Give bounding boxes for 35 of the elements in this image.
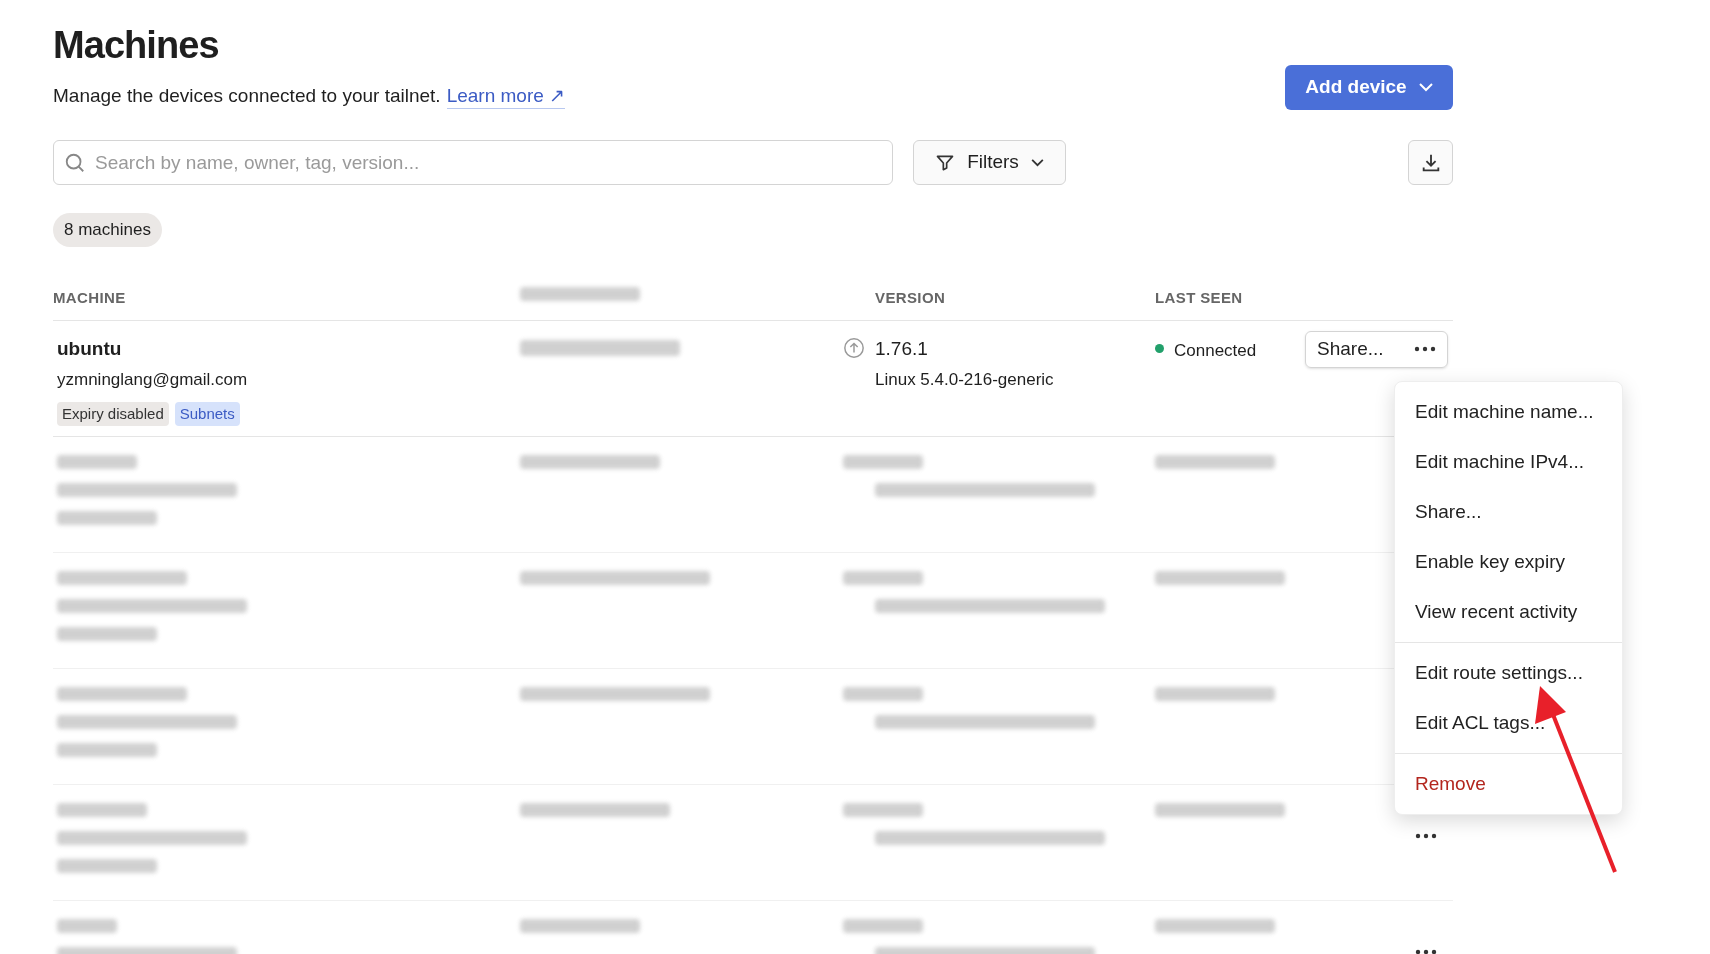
redacted-text [57,918,117,933]
machine-tag: Subnets [174,401,240,426]
chevron-down-icon [1030,158,1044,167]
menu-item[interactable]: Edit machine IPv4... [1395,437,1622,487]
search-field[interactable]: Search by name, owner, tag, version... [53,140,893,185]
version-text: 1.76.1 [875,336,929,361]
column-header: MACHINE [53,288,126,306]
share-button[interactable]: Share... [1317,334,1384,364]
page-description: Manage the devices connected to your tailnet. [53,84,441,108]
more-icon [1415,948,1437,954]
menu-item[interactable]: View recent activity [1395,587,1622,637]
share-button-group[interactable]: Share... [1305,330,1448,368]
learn-more-link[interactable]: Learn more ↗ [446,84,566,109]
download-button[interactable] [1408,140,1453,185]
more-icon [1415,832,1437,839]
machine-tag: Expiry disabled [57,401,169,426]
os-text: Linux 5.4.0-216-generic [875,369,1054,391]
machine-owner: yzmninglang@gmail.com [57,369,249,391]
menu-item[interactable]: Edit machine name... [1395,387,1622,437]
menu-item[interactable]: Edit route settings... [1395,648,1622,698]
column-header: LAST SEEN [1155,288,1243,306]
add-device-button[interactable]: Add device [1285,65,1453,110]
page-title: Machines [53,23,220,68]
menu-item[interactable]: Remove [1395,759,1622,809]
machine-count-badge: 8 machines [53,213,162,247]
machine-name[interactable]: ubuntu [57,334,520,363]
menu-item[interactable]: Edit ACL tags... [1395,698,1622,748]
column-header: VERSION [875,288,946,306]
menu-item[interactable]: Share... [1395,487,1622,537]
chevron-down-icon [1418,83,1433,92]
menu-item[interactable]: Enable key expiry [1395,537,1622,587]
filters-button[interactable]: Filters [913,140,1066,185]
status-text: Connected [1174,339,1257,362]
more-icon [1414,346,1436,352]
search-icon [64,152,86,174]
